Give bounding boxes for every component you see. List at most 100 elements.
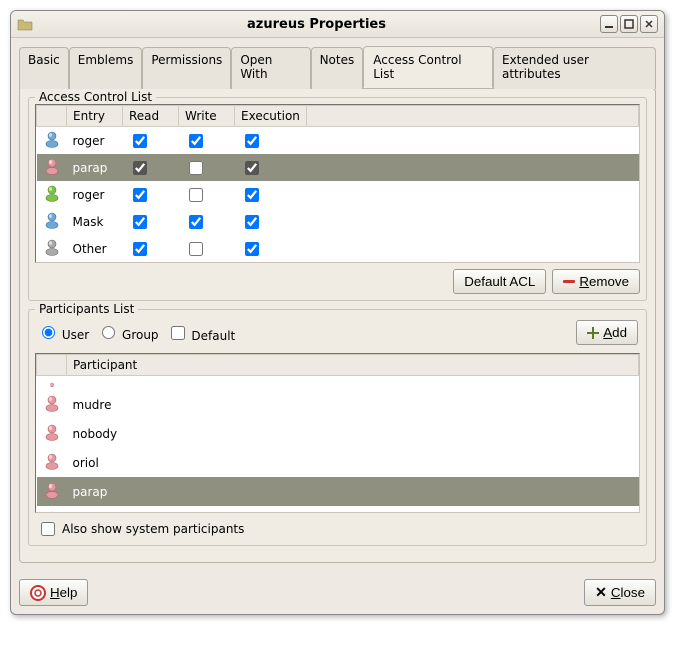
acl-exec-checkbox[interactable] xyxy=(245,188,259,202)
acl-row[interactable]: Other xyxy=(37,235,639,262)
list-item[interactable] xyxy=(37,376,639,391)
participant-name: mudre xyxy=(67,390,639,419)
list-item[interactable]: mudre xyxy=(37,390,639,419)
list-item[interactable]: oriol xyxy=(37,448,639,477)
window-title: azureus Properties xyxy=(33,17,600,32)
participants-scroll[interactable]: Participant mudrenobodyoriolparappudre xyxy=(36,354,639,512)
acl-exec-checkbox[interactable] xyxy=(245,215,259,229)
participants-table: Participant mudrenobodyoriolparappudre xyxy=(36,354,639,512)
acl-read-checkbox[interactable] xyxy=(133,242,147,256)
acl-row[interactable]: Mask xyxy=(37,208,639,235)
titlebar[interactable]: azureus Properties xyxy=(11,11,664,38)
system-participants-checkbox[interactable] xyxy=(41,522,55,536)
user-icon xyxy=(43,481,61,499)
acl-read-checkbox[interactable] xyxy=(133,161,147,175)
user-icon xyxy=(43,452,61,470)
participants-fieldset: Participants List User Group Default Add xyxy=(28,309,647,546)
user-icon xyxy=(43,510,61,512)
remove-label: Remove xyxy=(579,274,629,289)
add-label: Add xyxy=(603,325,627,340)
acl-write-checkbox[interactable] xyxy=(189,242,203,256)
acl-col-entry[interactable]: Entry xyxy=(67,106,123,127)
acl-entry: roger xyxy=(67,127,123,155)
acl-exec-checkbox[interactable] xyxy=(245,161,259,175)
properties-window: azureus Properties BasicEmblemsPermissio… xyxy=(10,10,665,615)
remove-icon xyxy=(563,280,575,283)
acl-fieldset: Access Control List EntryReadWriteExecut… xyxy=(28,97,647,301)
acl-col-execution[interactable]: Execution xyxy=(235,106,307,127)
maximize-button[interactable] xyxy=(620,15,638,33)
user-icon xyxy=(43,379,61,387)
acl-entry: parap xyxy=(67,154,123,181)
user-icon xyxy=(43,423,61,441)
acl-write-checkbox[interactable] xyxy=(189,134,203,148)
radio-user[interactable]: User xyxy=(37,323,89,342)
acl-col-write[interactable]: Write xyxy=(179,106,235,127)
participants-list: Participant mudrenobodyoriolparappudre xyxy=(35,353,640,513)
minimize-button[interactable] xyxy=(600,15,618,33)
participant-name: pudre xyxy=(67,506,639,512)
tab-extended-user-attributes[interactable]: Extended user attributes xyxy=(493,47,656,89)
acl-col-icon[interactable] xyxy=(37,106,67,127)
user-icon xyxy=(43,238,61,256)
acl-read-checkbox[interactable] xyxy=(133,215,147,229)
system-participants-row: Also show system participants xyxy=(35,513,640,539)
participant-column: Participant xyxy=(67,355,639,376)
tab-emblems[interactable]: Emblems xyxy=(69,47,143,89)
acl-col-read[interactable]: Read xyxy=(123,106,179,127)
system-participants-label: Also show system participants xyxy=(62,522,244,536)
folder-icon xyxy=(17,16,33,32)
user-icon xyxy=(43,394,61,412)
participant-type-row: User Group Default Add xyxy=(35,316,640,353)
participant-name: oriol xyxy=(67,448,639,477)
tab-bar: BasicEmblemsPermissionsOpen WithNotesAcc… xyxy=(19,46,656,89)
close-window-button[interactable] xyxy=(640,15,658,33)
acl-entry: Other xyxy=(67,235,123,262)
close-icon: ✕ xyxy=(595,584,607,601)
list-item[interactable]: nobody xyxy=(37,419,639,448)
acl-row[interactable]: parap xyxy=(37,154,639,181)
acl-row[interactable]: roger xyxy=(37,127,639,155)
acl-buttons: Default ACL Remove xyxy=(35,269,640,294)
user-icon xyxy=(43,211,61,229)
tab-notes[interactable]: Notes xyxy=(311,47,364,89)
help-icon xyxy=(30,585,46,601)
content-area: BasicEmblemsPermissionsOpen WithNotesAcc… xyxy=(11,38,664,571)
list-item[interactable]: pudre xyxy=(37,506,639,512)
radio-group[interactable]: Group xyxy=(97,323,158,342)
add-button[interactable]: Add xyxy=(576,320,638,345)
acl-write-checkbox[interactable] xyxy=(189,161,203,175)
acl-row[interactable]: roger xyxy=(37,181,639,208)
footer: Help ✕ Close xyxy=(11,571,664,614)
list-item[interactable]: parap xyxy=(37,477,639,506)
close-label: Close xyxy=(611,585,645,600)
acl-exec-checkbox[interactable] xyxy=(245,134,259,148)
user-icon xyxy=(43,157,61,175)
close-button[interactable]: ✕ Close xyxy=(584,579,656,606)
user-icon xyxy=(43,130,61,148)
acl-entry: Mask xyxy=(67,208,123,235)
tab-open-with[interactable]: Open With xyxy=(231,47,310,89)
help-button[interactable]: Help xyxy=(19,579,88,606)
tab-panel-acl: Access Control List EntryReadWriteExecut… xyxy=(19,88,656,563)
user-icon xyxy=(43,184,61,202)
remove-button[interactable]: Remove xyxy=(552,269,640,294)
default-acl-button[interactable]: Default ACL xyxy=(453,269,546,294)
help-label: Help xyxy=(50,585,77,600)
tab-permissions[interactable]: Permissions xyxy=(142,47,231,89)
window-buttons xyxy=(600,15,658,33)
acl-entry: roger xyxy=(67,181,123,208)
tab-basic[interactable]: Basic xyxy=(19,47,69,89)
checkbox-default[interactable]: Default xyxy=(167,323,236,343)
acl-exec-checkbox[interactable] xyxy=(245,242,259,256)
acl-read-checkbox[interactable] xyxy=(133,188,147,202)
participant-name: parap xyxy=(67,477,639,506)
acl-legend: Access Control List xyxy=(35,90,156,104)
tab-access-control-list[interactable]: Access Control List xyxy=(363,46,493,88)
participants-legend: Participants List xyxy=(35,302,138,316)
acl-write-checkbox[interactable] xyxy=(189,188,203,202)
acl-write-checkbox[interactable] xyxy=(189,215,203,229)
acl-table: EntryReadWriteExecution rogerparaprogerM… xyxy=(36,105,639,262)
acl-read-checkbox[interactable] xyxy=(133,134,147,148)
add-icon xyxy=(587,327,599,339)
